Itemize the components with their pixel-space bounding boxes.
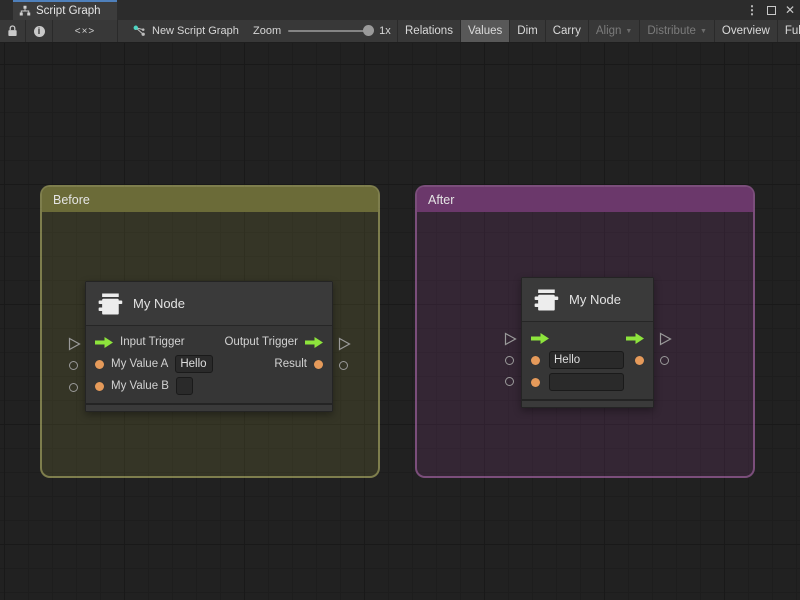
flow-connector-icon[interactable] [68, 337, 81, 351]
node-title: My Node [133, 296, 185, 311]
maximize-icon[interactable] [767, 6, 776, 15]
value-connector-icon[interactable] [660, 356, 669, 365]
flow-output-port-icon[interactable] [305, 337, 323, 348]
distribute-dropdown[interactable]: Distribute ▼ [639, 20, 714, 42]
flow-output-port-icon[interactable] [626, 333, 644, 344]
value-input-port-icon[interactable] [95, 382, 104, 391]
more-menu-icon[interactable]: ⋮ [746, 4, 758, 16]
flow-input-port-icon[interactable] [95, 337, 113, 348]
tab-bar: Script Graph ⋮ ✕ [0, 0, 800, 20]
carry-button[interactable]: Carry [545, 20, 588, 42]
chevron-down-icon: ▼ [700, 28, 707, 35]
node-my-node-before[interactable]: My Node Input Trigger Output Trigger [85, 281, 333, 412]
flow-input-port-icon[interactable] [531, 333, 549, 344]
overview-button[interactable]: Overview [714, 20, 777, 42]
unity-script-graph-window: Script Graph ⋮ ✕ i <×> [0, 0, 800, 600]
lock-button[interactable] [0, 20, 26, 42]
node-footer[interactable] [86, 403, 332, 411]
code-view-button[interactable]: <×> [53, 20, 118, 42]
my-value-b-field[interactable] [176, 377, 193, 395]
graph-hierarchy-icon [19, 5, 31, 17]
value-connector-icon[interactable] [505, 377, 514, 386]
lock-icon [7, 25, 18, 37]
group-after-header[interactable]: After [417, 187, 753, 212]
unit-icon [532, 286, 560, 314]
port-row-trigger: Input Trigger Output Trigger [86, 331, 332, 353]
flow-connector-icon[interactable] [659, 332, 672, 346]
group-before-title: Before [53, 193, 90, 207]
port-row-value-a: My Value A Result [86, 353, 332, 375]
my-value-b-field[interactable] [549, 373, 624, 391]
zoom-slider-handle[interactable] [363, 25, 374, 36]
toolbar-buttons: Relations Values Dim Carry Align ▼ Distr… [397, 20, 800, 42]
node-my-node-after[interactable]: My Node [521, 277, 654, 408]
port-row-value-a [522, 349, 653, 371]
close-icon[interactable]: ✕ [785, 4, 795, 16]
chevron-down-icon: ▼ [625, 28, 632, 35]
value-input-port-icon[interactable] [95, 360, 104, 369]
value-output-port-icon[interactable] [314, 360, 323, 369]
relations-button[interactable]: Relations [397, 20, 460, 42]
node-header[interactable]: My Node [86, 282, 332, 326]
zoom-label: Zoom [253, 25, 281, 37]
value-connector-icon[interactable] [69, 361, 78, 370]
group-before-header[interactable]: Before [42, 187, 378, 212]
flow-connector-icon[interactable] [504, 332, 517, 346]
value-connector-icon[interactable] [339, 361, 348, 370]
value-output-port-icon[interactable] [635, 356, 644, 365]
port-row-trigger [522, 327, 653, 349]
info-icon: i [34, 26, 45, 37]
after-node-wrap: My Node [521, 277, 654, 408]
my-value-a-field[interactable] [549, 351, 624, 369]
graph-toolbar: i <×> New Script Graph Zoom 1x Relations [0, 20, 800, 43]
toolbar-left-icons: i <×> [0, 20, 118, 42]
script-graph-icon [133, 25, 146, 37]
unit-icon [96, 290, 124, 318]
values-button[interactable]: Values [460, 20, 509, 42]
zoom-control: Zoom 1x [253, 20, 391, 42]
graph-name-area[interactable]: New Script Graph [133, 20, 239, 42]
align-dropdown[interactable]: Align ▼ [588, 20, 640, 42]
fullscreen-button[interactable]: Full Scr [777, 20, 800, 42]
graph-canvas[interactable]: Before After My Node [0, 43, 800, 600]
dim-button[interactable]: Dim [509, 20, 544, 42]
node-body: Input Trigger Output Trigger My Value A [86, 326, 332, 403]
value-input-port-icon[interactable] [531, 356, 540, 365]
node-footer[interactable] [522, 399, 653, 407]
node-body [522, 322, 653, 399]
flow-connector-icon[interactable] [338, 337, 351, 351]
tab-title: Script Graph [36, 5, 101, 17]
port-row-value-b: My Value B [86, 375, 332, 397]
info-button[interactable]: i [26, 20, 53, 42]
group-after-title: After [428, 193, 454, 207]
node-header[interactable]: My Node [522, 278, 653, 322]
node-title: My Node [569, 292, 621, 307]
window-controls: ⋮ ✕ [746, 0, 795, 20]
tab-script-graph[interactable]: Script Graph [13, 0, 117, 20]
zoom-value: 1x [379, 25, 391, 37]
zoom-slider[interactable] [288, 30, 372, 32]
value-connector-icon[interactable] [69, 383, 78, 392]
value-input-port-icon[interactable] [531, 378, 540, 387]
before-node-wrap: My Node Input Trigger Output Trigger [85, 281, 333, 412]
value-connector-icon[interactable] [505, 356, 514, 365]
code-icon: <×> [75, 26, 96, 37]
port-row-value-b [522, 371, 653, 393]
graph-name-label: New Script Graph [152, 25, 239, 37]
my-value-a-field[interactable] [175, 355, 213, 373]
